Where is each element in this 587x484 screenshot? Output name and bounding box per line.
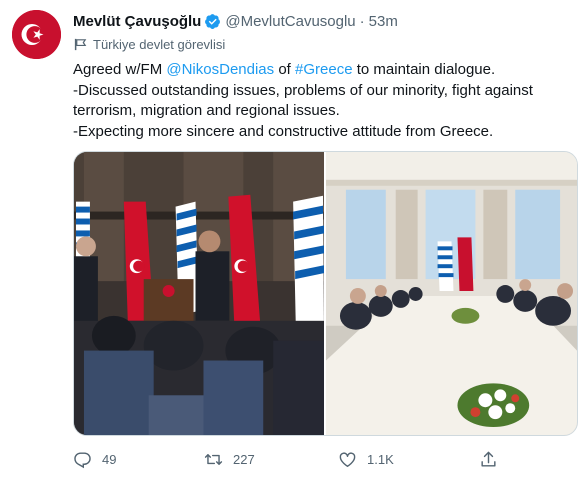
meeting-room-image (326, 152, 577, 435)
reply-count: 49 (102, 451, 117, 467)
retweet-button[interactable]: 227 (204, 450, 255, 469)
tweet-text: Agreed w/FM @NikosDendias of #Greece to … (73, 60, 573, 142)
reply-button[interactable]: 49 (73, 450, 116, 469)
tweet-text-line-3: terrorism, migration and regional issues… (73, 102, 340, 119)
tweet[interactable]: Mevlüt Çavuşoğlu @MevlutCavusoglu · 53m … (0, 0, 587, 484)
tweet-timestamp[interactable]: 53m (369, 13, 398, 30)
verified-badge-icon (205, 13, 221, 29)
tweet-header: Mevlüt Çavuşoğlu @MevlutCavusoglu · 53m (73, 11, 398, 31)
author-handle[interactable]: @MevlutCavusoglu (225, 13, 355, 30)
tweet-text-line-1: Agreed w/FM @NikosDendias of #Greece to … (73, 60, 573, 81)
heart-icon (339, 451, 356, 467)
press-conference-image (74, 152, 324, 435)
share-button[interactable] (479, 450, 498, 469)
tweet-text-line-2: -Discussed outstanding issues, problems … (73, 81, 533, 99)
text-segment: to maintain dialogue. (352, 61, 496, 78)
hashtag-link[interactable]: #Greece (295, 61, 353, 78)
avatar[interactable] (12, 10, 61, 59)
author-name[interactable]: Mevlüt Çavuşoğlu (73, 13, 201, 30)
like-button[interactable]: 1.1K (338, 450, 394, 469)
mention-link[interactable]: @NikosDendias (166, 61, 274, 78)
turkey-flag-avatar-icon (12, 10, 61, 59)
text-segment: of (274, 61, 296, 78)
separator-dot: · (359, 12, 365, 30)
tweet-media (73, 151, 578, 436)
share-icon (481, 451, 496, 467)
photo-press-conference[interactable] (74, 152, 324, 435)
account-label-text: Türkiye devlet görevlisi (93, 36, 226, 52)
government-label-icon (74, 38, 87, 50)
like-count: 1.1K (367, 451, 394, 467)
photo-meeting-room[interactable] (326, 152, 577, 435)
retweet-count: 227 (233, 451, 255, 467)
reply-icon (74, 451, 91, 468)
retweet-icon (204, 453, 223, 465)
tweet-text-line-4: -Expecting more sincere and constructive… (73, 122, 494, 140)
tweet-actions: 49 227 1.1K (73, 447, 503, 471)
text-segment: Agreed w/FM (73, 61, 167, 78)
account-label: Türkiye devlet görevlisi (73, 34, 225, 54)
